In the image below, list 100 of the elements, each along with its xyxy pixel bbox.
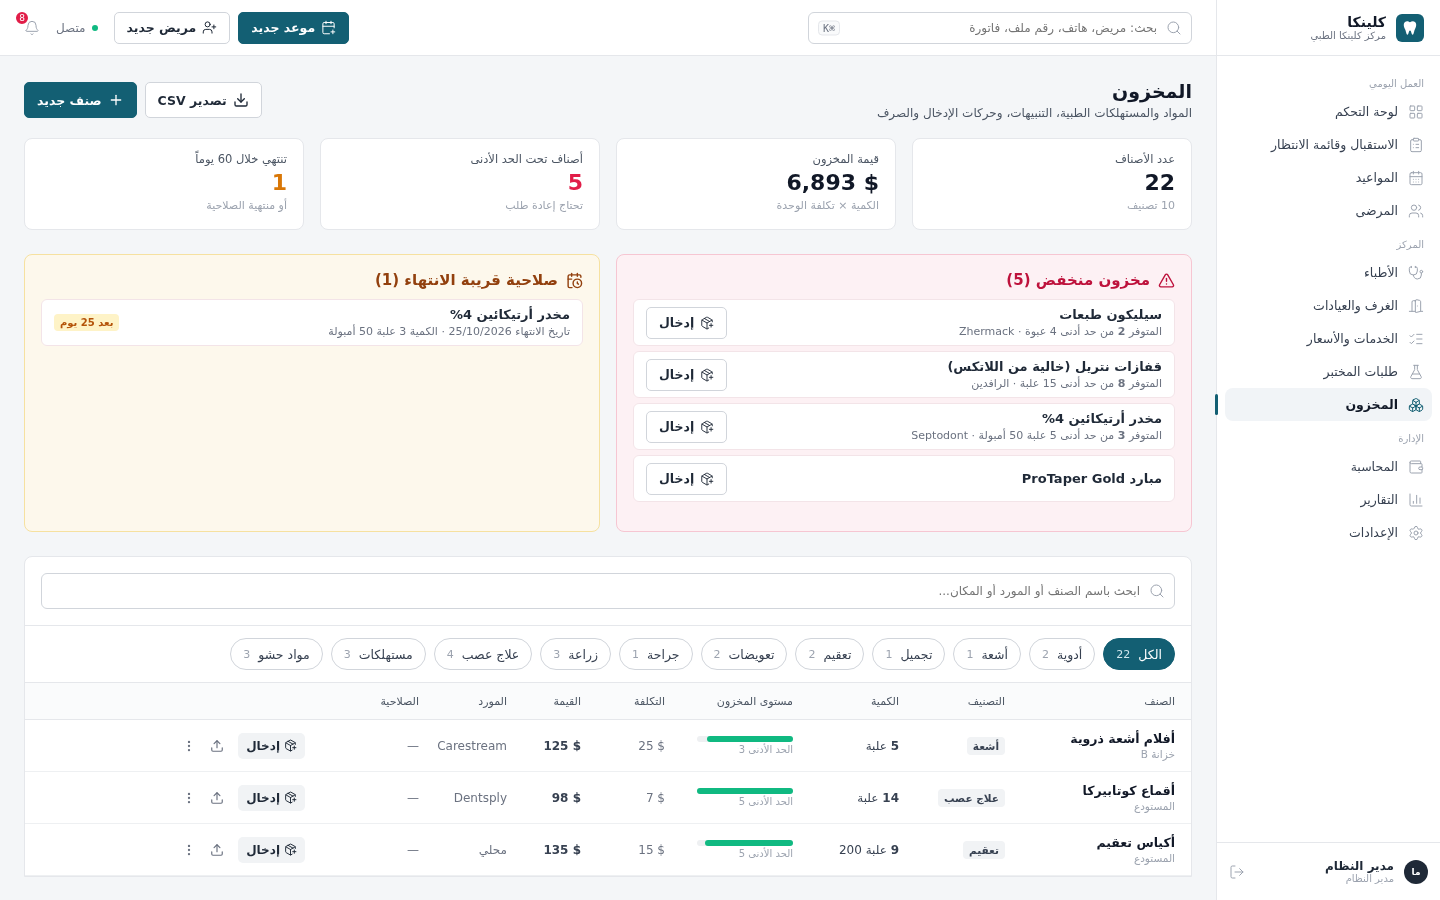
user-plus-icon: [202, 20, 218, 35]
search-icon: [1166, 19, 1182, 36]
stock-in-button[interactable]: إدخال: [646, 410, 728, 443]
stat-note: تحتاج إعادة طلب: [504, 199, 583, 212]
users-icon: [1408, 202, 1424, 219]
boxes-icon: [1408, 396, 1424, 413]
stock-in-button[interactable]: إدخال: [238, 732, 305, 759]
stat-value: 5: [566, 170, 583, 195]
supplier-cell-text: Dentsply: [453, 789, 507, 807]
settings-icon: [1408, 524, 1424, 541]
nav-item[interactable]: طلبات المختبر: [1225, 355, 1432, 388]
minimum-text: الحد الأدنى 3: [737, 744, 793, 755]
column-header: المورد: [435, 683, 523, 720]
value-cell-text: $ 125: [543, 737, 581, 755]
upload-button[interactable]: [210, 738, 225, 753]
item-location: المستودع: [1132, 800, 1175, 812]
panel-title: مخزون منخفض (5): [633, 271, 1175, 289]
new-patient-button[interactable]: مريض جديد: [113, 11, 231, 44]
column-header: القيمة: [523, 683, 597, 720]
category-tag: أشعة: [966, 736, 1005, 755]
stock-in-button[interactable]: إدخال: [646, 462, 728, 495]
export-button[interactable]: تصدير CSV: [144, 82, 262, 118]
upload-button[interactable]: [210, 842, 225, 857]
category-tag: تعقيم: [963, 840, 1005, 859]
cost-cell-text: $ 25: [638, 737, 665, 755]
stat-note: أو منتهية الصلاحية: [205, 199, 287, 212]
value-cell-text: $ 135: [543, 841, 581, 859]
user-avatar: ما: [1404, 859, 1428, 884]
item-detail: تاريخ الانتهاء 25/10/2026 · الكمية 3 علبة 50 أمبولة: [328, 325, 570, 338]
package-plus-icon: [700, 315, 715, 330]
item-location: خزانة B: [1139, 748, 1175, 760]
calendar-clock-icon: [566, 271, 583, 289]
nav-item[interactable]: التقارير: [1225, 483, 1432, 516]
nav-item[interactable]: المواعيد: [1225, 161, 1432, 194]
item-name: أقماع كوتابيركا: [1081, 783, 1175, 798]
download-icon: [232, 92, 249, 108]
search-icon: [1149, 583, 1165, 599]
column-header: الكمية: [809, 683, 915, 720]
stat-value: 22: [1143, 170, 1175, 195]
wallet-icon: [1408, 458, 1424, 475]
nav-item[interactable]: المرضى: [1225, 194, 1432, 227]
new-appointment-button[interactable]: موعد جديد: [238, 11, 350, 44]
bell-icon[interactable]: [24, 19, 40, 36]
item-location: المستودع: [1132, 852, 1175, 864]
item-name: مخدر أرتيكائين 4%: [449, 307, 570, 322]
stock-in-button[interactable]: إدخال: [646, 306, 728, 339]
new-item-button[interactable]: صنف جديد: [24, 82, 137, 118]
nav-item[interactable]: المحاسبة: [1225, 450, 1432, 483]
supplier-cell-text: Carestream: [437, 737, 507, 755]
item-name: أكياس تعقيم: [1095, 835, 1175, 850]
page-title: المخزون: [1111, 80, 1192, 102]
minimum-text: الحد الأدنى 5: [737, 796, 793, 807]
nav-item[interactable]: الأطباء: [1225, 256, 1432, 289]
stat-label: تنتهي خلال 60 يوماً: [194, 152, 287, 166]
upload-button[interactable]: [210, 790, 225, 805]
minimum-text: الحد الأدنى 5: [737, 848, 793, 859]
nav-section-title: المركز: [1395, 238, 1425, 252]
nav-item[interactable]: الإعدادات: [1225, 516, 1432, 549]
notification-count: 8: [14, 9, 30, 26]
flask-icon: [1408, 363, 1424, 380]
stat-note: الكمية × تكلفة الوحدة: [775, 199, 879, 212]
item-name: مخدر أرتيكائين 4%: [1041, 411, 1162, 426]
expiry-cell-text: —: [407, 789, 419, 807]
stock-in-button[interactable]: إدخال: [238, 836, 305, 863]
column-header: الصنف: [1021, 683, 1191, 720]
clipboard-icon: [1408, 136, 1424, 153]
package-plus-icon: [284, 791, 297, 804]
item-name: سيليكون طبعات: [1058, 307, 1162, 322]
category-tag: علاج عصب: [938, 788, 1005, 807]
grid-icon: [1408, 103, 1424, 120]
item-name: قفازات نتريل (خالية من اللاتكس): [947, 359, 1162, 374]
stock-in-button[interactable]: إدخال: [646, 358, 728, 391]
nav-section-title: الإدارة: [1397, 432, 1425, 447]
supplier-cell-text: محلي: [478, 841, 507, 859]
package-plus-icon: [700, 367, 715, 382]
brand-subtitle: مركز كلينكا الطبي: [1310, 30, 1386, 41]
stock-in-button[interactable]: إدخال: [238, 784, 305, 811]
cost-cell-text: $ 7: [645, 789, 665, 807]
stat-label: عدد الأصناف: [1113, 152, 1175, 166]
upload-icon: [210, 738, 225, 753]
nav-item[interactable]: الخدمات والأسعار: [1225, 322, 1432, 355]
package-plus-icon: [700, 471, 715, 486]
nav-section-title: العمل اليومي: [1368, 77, 1425, 92]
stethoscope-icon: [1408, 264, 1424, 281]
nav-item[interactable]: لوحة التحكم: [1225, 95, 1432, 128]
nav-item[interactable]: الغرف والعيادات: [1225, 289, 1432, 322]
upload-icon: [210, 790, 225, 805]
stat-value: $ 6,893: [785, 170, 879, 195]
nav-item[interactable]: الاستقبال وقائمة الانتظار: [1225, 128, 1432, 161]
stat-note: 10 تصنيف: [1125, 199, 1175, 212]
shortcut-hint: ⌘K: [818, 20, 841, 35]
status-label: متصل: [56, 20, 86, 35]
tooth-logo-icon: [1396, 13, 1424, 42]
stat-label: قيمة المخزون: [811, 152, 879, 166]
days-left-badge: بعد 25 يوم: [54, 314, 120, 331]
package-plus-icon: [284, 739, 297, 752]
item-name: مبارد ProTaper Gold: [1021, 471, 1162, 486]
column-header: مستوى المخزون: [681, 683, 809, 720]
user-name: مدير النظام: [1324, 859, 1394, 873]
stat-value: 1: [270, 170, 287, 195]
